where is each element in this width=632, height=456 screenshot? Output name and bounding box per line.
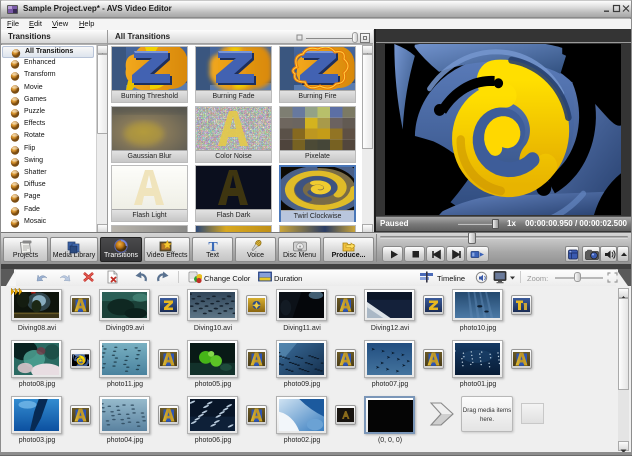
svg-text:T: T bbox=[208, 240, 218, 253]
